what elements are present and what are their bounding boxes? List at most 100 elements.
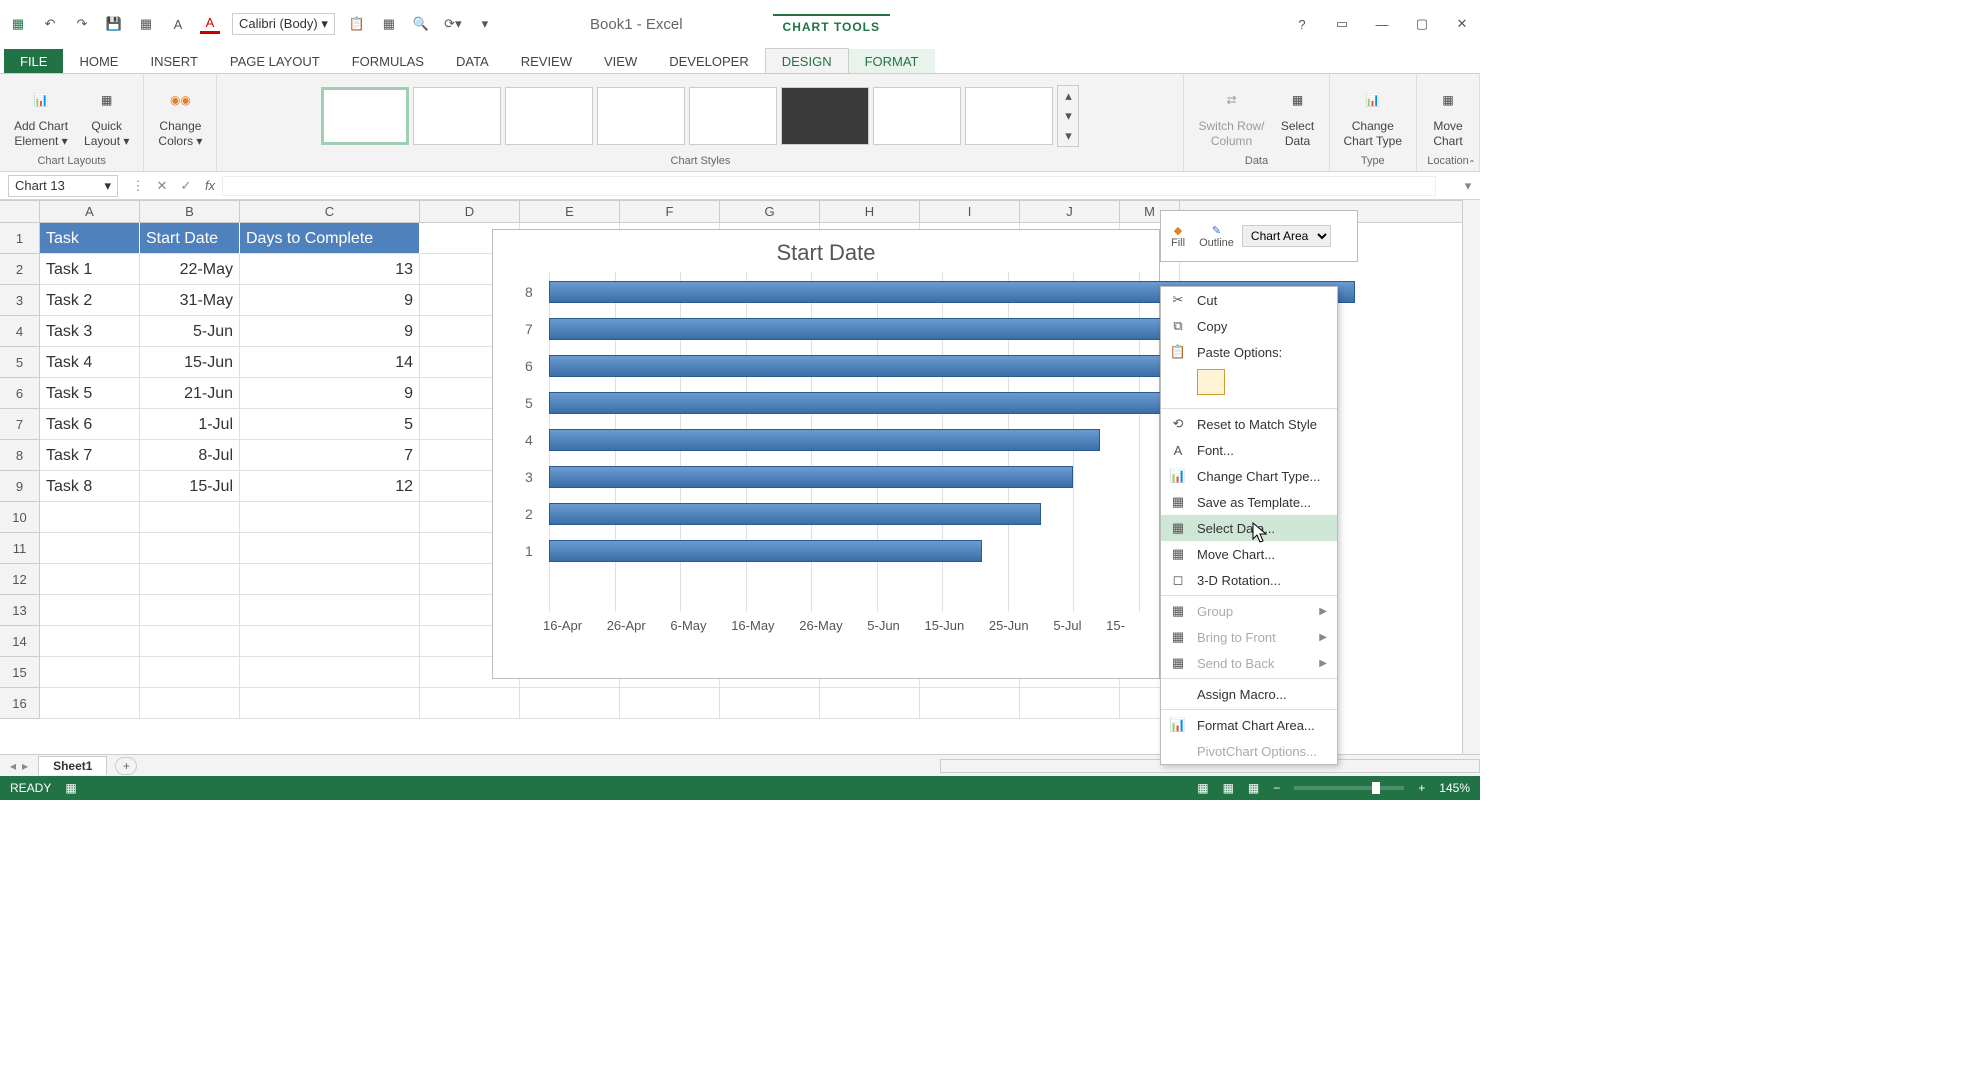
cell[interactable]: 9	[240, 378, 420, 409]
column-header[interactable]: H	[820, 201, 920, 222]
cell[interactable]	[40, 657, 140, 688]
chart-title[interactable]: Start Date	[493, 230, 1159, 272]
redo-icon[interactable]: ↷	[72, 14, 92, 34]
row-header[interactable]: 11	[0, 533, 40, 564]
table-icon[interactable]: ▦	[379, 14, 399, 34]
cell[interactable]: 9	[240, 316, 420, 347]
cancel-formula-icon[interactable]: ✕	[150, 178, 174, 194]
cell[interactable]: Start Date	[140, 223, 240, 254]
chart-bar[interactable]	[549, 429, 1100, 451]
chart-style-5[interactable]	[689, 87, 777, 145]
select-data-button[interactable]: ▦Select Data	[1275, 81, 1321, 150]
tab-review[interactable]: REVIEW	[505, 49, 588, 73]
chart-bar[interactable]	[549, 466, 1073, 488]
view-page-break-icon[interactable]: ▦	[1248, 781, 1259, 795]
chart-bar[interactable]	[549, 392, 1165, 414]
column-header[interactable]: J	[1020, 201, 1120, 222]
tab-data[interactable]: DATA	[440, 49, 505, 73]
ctx-reset-style[interactable]: ⟲Reset to Match Style	[1161, 411, 1337, 437]
cell[interactable]: Task 4	[40, 347, 140, 378]
maximize-icon[interactable]: ▢	[1412, 14, 1432, 34]
chart-element-select[interactable]: Chart Area	[1242, 225, 1331, 247]
cell[interactable]	[240, 564, 420, 595]
row-header[interactable]: 10	[0, 502, 40, 533]
ctx-cut[interactable]: ✂Cut	[1161, 287, 1337, 313]
cell[interactable]	[1020, 688, 1120, 719]
zoom-out-icon[interactable]: −	[1273, 781, 1280, 795]
cell[interactable]: Task	[40, 223, 140, 254]
qat-customize-icon[interactable]: ▾	[475, 14, 495, 34]
cell[interactable]: 8-Jul	[140, 440, 240, 471]
styles-scroll-up-icon[interactable]: ▴	[1058, 86, 1078, 106]
tab-design[interactable]: DESIGN	[765, 48, 849, 73]
ctx-format-chart-area[interactable]: 📊Format Chart Area...	[1161, 712, 1337, 738]
accept-formula-icon[interactable]: ✓	[174, 178, 198, 194]
row-header[interactable]: 7	[0, 409, 40, 440]
chart-style-7[interactable]	[873, 87, 961, 145]
row-header[interactable]: 12	[0, 564, 40, 595]
outline-button[interactable]: ✎Outline	[1193, 224, 1240, 249]
sheet-nav-prev-icon[interactable]: ◂	[10, 759, 16, 773]
cell[interactable]	[140, 502, 240, 533]
macro-record-icon[interactable]: ▦	[65, 781, 76, 795]
tab-format[interactable]: FORMAT	[849, 49, 935, 73]
tab-file[interactable]: FILE	[4, 49, 63, 73]
cell[interactable]	[140, 626, 240, 657]
name-box[interactable]: Chart 13▾	[8, 175, 118, 197]
chart-style-8[interactable]	[965, 87, 1053, 145]
chart-style-3[interactable]	[505, 87, 593, 145]
minimize-icon[interactable]: —	[1372, 14, 1392, 34]
cell[interactable]: Task 7	[40, 440, 140, 471]
column-header[interactable]: F	[620, 201, 720, 222]
cell[interactable]: 12	[240, 471, 420, 502]
sheet-nav-next-icon[interactable]: ▸	[22, 759, 28, 773]
chart-plot-area[interactable]: 87654321	[513, 272, 1139, 612]
add-sheet-button[interactable]: +	[115, 757, 137, 775]
column-header[interactable]: E	[520, 201, 620, 222]
chart-style-2[interactable]	[413, 87, 501, 145]
cell[interactable]: 7	[240, 440, 420, 471]
cell[interactable]	[240, 533, 420, 564]
select-all-corner[interactable]	[0, 201, 40, 222]
font-family-select[interactable]: Calibri (Body) ▾	[232, 13, 335, 35]
tab-formulas[interactable]: FORMULAS	[336, 49, 440, 73]
quick-layout-button[interactable]: ▦Quick Layout ▾	[78, 81, 135, 150]
row-header[interactable]: 4	[0, 316, 40, 347]
add-chart-element-button[interactable]: 📊Add Chart Element ▾	[8, 81, 74, 150]
cell[interactable]	[40, 626, 140, 657]
chart-bar[interactable]	[549, 503, 1041, 525]
column-header[interactable]: A	[40, 201, 140, 222]
cell[interactable]: Task 2	[40, 285, 140, 316]
ribbon-options-icon[interactable]: ▭	[1332, 14, 1352, 34]
cell[interactable]	[140, 533, 240, 564]
move-chart-button[interactable]: ▦Move Chart	[1425, 81, 1471, 150]
cell[interactable]: 5-Jun	[140, 316, 240, 347]
cell[interactable]: 13	[240, 254, 420, 285]
cell[interactable]	[620, 688, 720, 719]
chart-style-6[interactable]	[781, 87, 869, 145]
cell[interactable]	[720, 688, 820, 719]
switch-row-column-button[interactable]: ⇄Switch Row/ Column	[1192, 81, 1270, 150]
column-header[interactable]: G	[720, 201, 820, 222]
zoom-slider[interactable]	[1294, 786, 1404, 790]
cell[interactable]	[240, 502, 420, 533]
cell[interactable]	[40, 533, 140, 564]
row-header[interactable]: 3	[0, 285, 40, 316]
tab-view[interactable]: VIEW	[588, 49, 653, 73]
row-header[interactable]: 13	[0, 595, 40, 626]
expand-formula-icon[interactable]: ▾	[1456, 178, 1480, 194]
tab-developer[interactable]: DEVELOPER	[653, 49, 764, 73]
column-header[interactable]: D	[420, 201, 520, 222]
cell[interactable]: 5	[240, 409, 420, 440]
ctx-select-data[interactable]: ▦Select Data...	[1161, 515, 1337, 541]
column-header[interactable]: C	[240, 201, 420, 222]
styles-more-icon[interactable]: ▾	[1058, 126, 1078, 146]
cell[interactable]	[240, 657, 420, 688]
chart-style-1[interactable]	[321, 87, 409, 145]
ctx-change-chart-type[interactable]: 📊Change Chart Type...	[1161, 463, 1337, 489]
tab-page-layout[interactable]: PAGE LAYOUT	[214, 49, 336, 73]
embedded-chart[interactable]: Start Date 87654321 16-Apr26-Apr6-May16-…	[492, 229, 1160, 679]
row-header[interactable]: 2	[0, 254, 40, 285]
cell[interactable]	[40, 502, 140, 533]
ctx-font[interactable]: AFont...	[1161, 437, 1337, 463]
